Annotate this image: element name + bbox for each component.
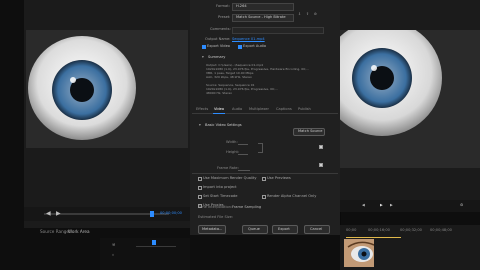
export-button[interactable]: Export <box>272 225 298 234</box>
width-label: Width: <box>226 140 238 144</box>
max-render-quality-checkbox[interactable] <box>198 177 202 181</box>
summary-toggle-icon[interactable]: ▾ <box>202 55 204 60</box>
link-dimensions-icon[interactable] <box>258 143 263 153</box>
crop-icon[interactable]: ⌗ <box>112 253 114 258</box>
width-field[interactable] <box>238 140 248 145</box>
tab-effects[interactable]: Effects <box>196 107 208 112</box>
playhead-marker[interactable] <box>150 211 154 217</box>
format-select[interactable]: H.264 <box>232 3 294 11</box>
settings-icon[interactable]: ⚙ <box>460 203 463 208</box>
set-out-point-icon[interactable]: ▶ <box>56 210 61 217</box>
import-into-project-checkbox[interactable] <box>198 186 202 190</box>
step-forward-icon[interactable]: ▶ <box>390 203 393 208</box>
queue-button[interactable]: Queue <box>242 225 268 234</box>
render-alpha-checkbox[interactable] <box>262 195 266 199</box>
summary-output: Output: C:\Users\...\Sequence 01.mp4 192… <box>206 63 309 79</box>
source-timecode: 00;00;00;00 <box>160 211 182 215</box>
basic-video-toggle-icon[interactable]: ▾ <box>199 123 201 128</box>
cancel-label: Cancel <box>310 226 323 231</box>
video-clip-thumbnail[interactable] <box>344 239 374 267</box>
metadata-label: Metadata... <box>202 226 223 231</box>
timeline-timecode-0: 00;00 <box>346 228 357 232</box>
export-audio-checkbox[interactable] <box>238 45 242 49</box>
set-in-point-icon[interactable]: ◀ <box>46 210 51 217</box>
play-icon[interactable]: ▶ <box>380 203 383 208</box>
program-transport: ◀ ▶ ▶ ⚙ <box>340 200 480 212</box>
timeline-panel: 00;00 00;00;16;00 00;00;32;00 00;00;48;0… <box>340 225 480 270</box>
match-source-button[interactable]: Match Source <box>293 128 325 136</box>
use-previews-checkbox[interactable] <box>262 177 266 181</box>
preset-label: Preset: <box>218 15 231 19</box>
program-preview <box>340 30 480 168</box>
use-previews-label: Use Previews <box>267 176 291 180</box>
time-interpolation-select[interactable]: Frame Sampling <box>232 205 261 210</box>
preset-select[interactable]: Match Source - High Bitrate <box>232 14 294 22</box>
source-range-select[interactable]: Work Area <box>68 229 90 234</box>
summary-source: Source: Sequence, Sequence 01 1920x1080 … <box>206 83 278 95</box>
export-audio-label: Export Audio <box>243 44 267 48</box>
output-name-link[interactable]: Sequence 01.mp4 <box>232 37 265 42</box>
source-range-label: Source Range: <box>40 229 71 234</box>
active-tab-underline <box>213 113 225 114</box>
timeline-timecode-1: 00;00;16;00 <box>368 228 390 232</box>
options-divider <box>192 173 338 174</box>
time-interpolation-label: Time Interpolation: <box>198 205 233 209</box>
wrench-icon[interactable]: ⚒ <box>112 243 115 248</box>
basic-video-settings-heading: Basic Video Settings <box>205 123 242 127</box>
set-start-timecode-checkbox[interactable] <box>198 195 202 199</box>
tab-publish[interactable]: Publish <box>298 107 311 112</box>
step-back-icon[interactable]: ◀ <box>362 203 365 208</box>
comments-field[interactable] <box>232 27 324 34</box>
cancel-button[interactable]: Cancel <box>304 225 330 234</box>
save-preset-icon[interactable]: ⇩ <box>298 12 301 17</box>
preset-value: Match Source - High Bitrate <box>236 15 286 19</box>
set-start-timecode-label: Set Start Timecode <box>203 194 238 198</box>
tools-strip: ⚒ ⌗ <box>100 238 190 270</box>
timeline-ruler <box>136 246 176 247</box>
eyeball-image-program <box>340 30 442 136</box>
source-transport: ◀ ▶ 00;00;00;00 <box>24 207 190 221</box>
format-label: Format: <box>216 4 230 8</box>
frame-rate-field[interactable] <box>238 166 250 171</box>
import-preset-icon[interactable]: ⇧ <box>306 12 309 17</box>
export-label: Export <box>278 226 290 231</box>
frame-rate-override-checkbox[interactable] <box>319 163 323 167</box>
queue-label: Queue <box>248 226 260 231</box>
format-value: H.264 <box>236 4 247 8</box>
tab-video[interactable]: Video <box>214 107 224 112</box>
playhead-marker-blue[interactable] <box>152 240 156 245</box>
eye-thumbnail <box>344 239 374 267</box>
settings-tabs: Effects Video Audio Multiplexer Captions… <box>194 107 338 114</box>
tab-audio[interactable]: Audio <box>232 107 242 112</box>
render-alpha-label: Render Alpha Channel Only <box>267 194 317 198</box>
width-override-checkbox[interactable] <box>319 145 323 149</box>
frame-rate-label: Frame Rate: <box>217 166 239 170</box>
match-source-label: Match Source <box>298 129 323 133</box>
tab-captions[interactable]: Captions <box>276 107 292 112</box>
output-name-label: Output Name: <box>205 37 231 41</box>
estimated-file-size-label: Estimated File Size: <box>198 215 234 219</box>
metadata-button[interactable]: Metadata... <box>198 225 226 234</box>
timeline-playhead[interactable] <box>346 237 401 238</box>
comments-label: Comments: <box>210 27 231 31</box>
height-field[interactable] <box>238 150 248 155</box>
export-settings-dialog <box>190 0 341 235</box>
import-into-project-label: Import into project <box>203 185 237 189</box>
source-preview <box>26 30 188 148</box>
eyeball-image <box>28 36 136 140</box>
summary-heading: Summary <box>208 55 226 59</box>
timeline-timecode-2: 00;00;32;00 <box>400 228 422 232</box>
max-render-quality-label: Use Maximum Render Quality <box>203 176 257 180</box>
delete-preset-icon[interactable]: ⊘ <box>314 12 317 17</box>
timeline-timecode-3: 00;00;48;00 <box>430 228 452 232</box>
export-video-checkbox[interactable] <box>202 45 206 49</box>
tab-multiplexer[interactable]: Multiplexer <box>249 107 269 112</box>
export-video-label: Export Video <box>207 44 230 48</box>
